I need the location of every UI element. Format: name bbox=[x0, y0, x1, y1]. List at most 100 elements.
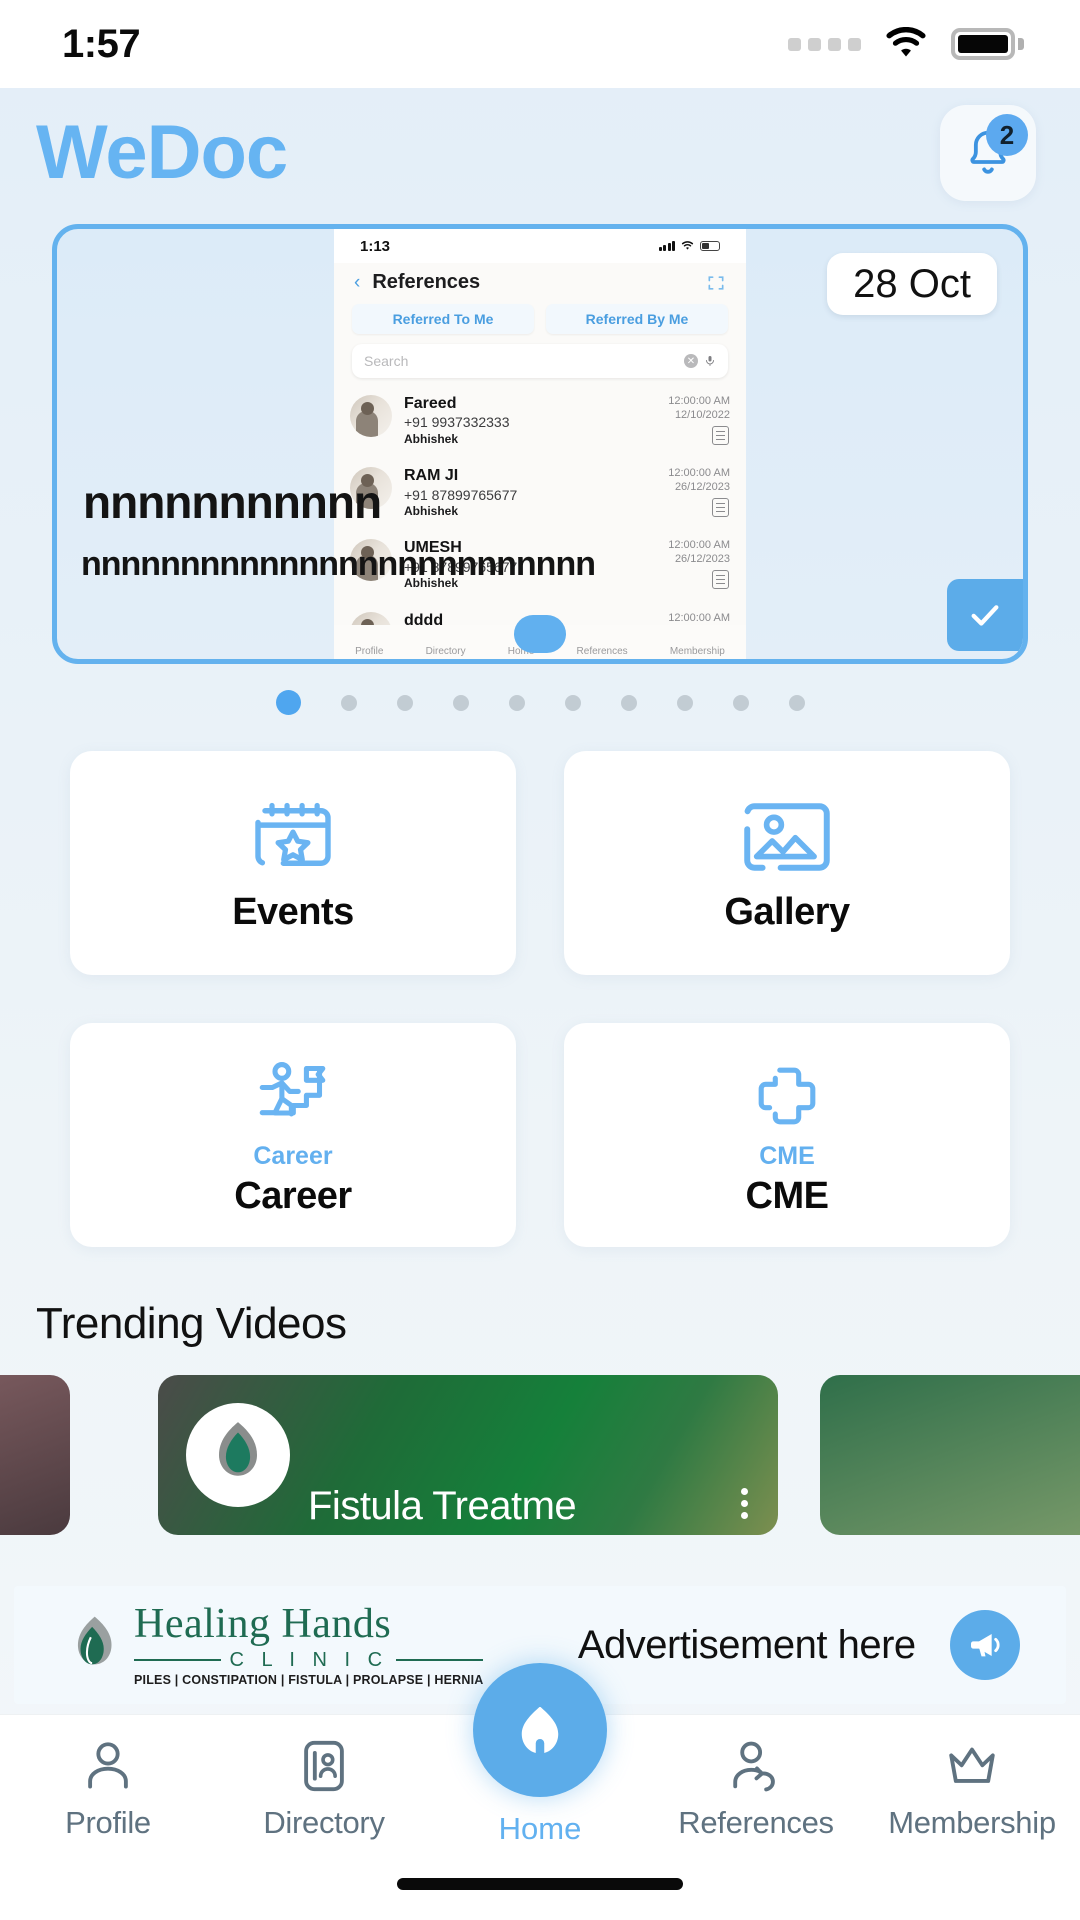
video-card-previous[interactable] bbox=[0, 1375, 70, 1535]
carousel-dot-9[interactable] bbox=[732, 694, 749, 711]
embedded-nav-profile[interactable]: Profile bbox=[355, 646, 383, 657]
contact-phone: +91 9937332333 bbox=[404, 414, 510, 431]
section-title-trending: Trending Videos bbox=[36, 1299, 347, 1348]
app-header: WeDoc 2 bbox=[0, 88, 1080, 218]
person-icon bbox=[88, 1742, 128, 1789]
healing-hands-leaf-icon bbox=[77, 1616, 112, 1665]
slide-caption-secondary: nnnnnnnnnnnnnnnnnnnnnnnnnn bbox=[81, 545, 596, 583]
contact-by: Abhishek bbox=[404, 431, 459, 446]
tile-sublabel: Career bbox=[253, 1142, 333, 1170]
embedded-status-bar: 1:13 bbox=[334, 229, 746, 263]
avatar bbox=[350, 395, 392, 437]
nav-label: Home bbox=[498, 1811, 582, 1846]
tile-label: CME bbox=[745, 1175, 829, 1217]
embedded-nav-membership[interactable]: Membership bbox=[670, 646, 725, 657]
home-icon bbox=[521, 1706, 559, 1754]
contact-phone: +91 87899765677 bbox=[404, 486, 518, 503]
contact-time: 12:00:00 AM bbox=[668, 467, 730, 480]
nav-item-profile[interactable]: Profile bbox=[8, 1737, 208, 1841]
carousel-dot-3[interactable] bbox=[396, 694, 413, 711]
notification-button[interactable]: 2 bbox=[940, 105, 1036, 201]
nav-label: Profile bbox=[65, 1805, 151, 1840]
search-placeholder: Search bbox=[364, 353, 409, 369]
healing-hands-leaf-icon bbox=[186, 1403, 290, 1507]
embedded-search-field[interactable]: Search ✕ bbox=[352, 344, 728, 378]
notification-badge: 2 bbox=[986, 114, 1028, 156]
video-title: Fistula Treatme bbox=[308, 1484, 577, 1528]
embedded-nav-directory[interactable]: Directory bbox=[426, 646, 466, 657]
ad-text: Advertisement here bbox=[577, 1622, 916, 1667]
carousel-slide[interactable]: 1:13 ‹ References Referred To Me Referre… bbox=[52, 224, 1028, 664]
note-icon[interactable] bbox=[712, 425, 729, 445]
slide-caption-primary: nnnnnnnnnnn bbox=[83, 476, 382, 528]
status-indicators bbox=[788, 27, 1024, 61]
embedded-nav-references[interactable]: References bbox=[577, 646, 628, 657]
id-card-icon bbox=[304, 1740, 344, 1792]
tile-events[interactable]: Events bbox=[70, 751, 516, 975]
status-time: 1:57 bbox=[62, 21, 141, 66]
carousel-dot-7[interactable] bbox=[620, 694, 637, 711]
carousel-dot-8[interactable] bbox=[676, 694, 693, 711]
slide-confirm-button[interactable] bbox=[947, 579, 1023, 651]
wifi-icon bbox=[886, 27, 926, 57]
megaphone-icon[interactable] bbox=[950, 1610, 1020, 1680]
tile-label: Career bbox=[234, 1175, 352, 1217]
carousel-dot-4[interactable] bbox=[452, 694, 469, 711]
tile-career[interactable]: Career Career bbox=[70, 1023, 516, 1247]
ad-logo-tags: PILES | CONSTIPATION | FISTULA | PROLAPS… bbox=[134, 1673, 484, 1688]
contact-time: 12:00:00 AM bbox=[668, 611, 730, 624]
carousel-dot-6[interactable] bbox=[564, 694, 581, 711]
scan-frame-icon[interactable] bbox=[706, 273, 726, 293]
more-vertical-icon[interactable] bbox=[741, 1488, 748, 1519]
crown-icon bbox=[949, 1747, 995, 1783]
contact-time: 12:00:00 AM bbox=[668, 539, 730, 552]
signal-dots-icon bbox=[788, 37, 861, 51]
ad-logo-title: Healing Hands bbox=[134, 1601, 392, 1648]
tile-gallery[interactable]: Gallery bbox=[564, 751, 1010, 975]
tab-referred-to-me[interactable]: Referred To Me bbox=[352, 304, 534, 334]
chevron-left-icon[interactable]: ‹ bbox=[354, 273, 360, 292]
ad-logo-sub-row: C L I N I C bbox=[134, 1649, 484, 1672]
contact-date: 26/12/2023 bbox=[674, 480, 730, 493]
nav-item-home[interactable]: Home bbox=[440, 1663, 640, 1847]
note-icon[interactable] bbox=[712, 569, 729, 589]
clear-circle-icon[interactable]: ✕ bbox=[684, 354, 698, 368]
embedded-signal-icon bbox=[658, 241, 675, 251]
tab-referred-by-me[interactable]: Referred By Me bbox=[546, 304, 728, 334]
contact-date: 12/10/2022 bbox=[674, 408, 730, 421]
career-stairs-icon bbox=[252, 1052, 334, 1140]
home-indicator[interactable] bbox=[397, 1878, 683, 1890]
medical-cross-icon bbox=[748, 1052, 826, 1140]
carousel-dot-5[interactable] bbox=[508, 694, 525, 711]
nav-item-directory[interactable]: Directory bbox=[224, 1737, 424, 1841]
list-item[interactable]: Fareed +91 9937332333 Abhishek 12:00:00 … bbox=[350, 386, 730, 458]
note-icon[interactable] bbox=[712, 497, 729, 517]
contact-by: Abhishek bbox=[404, 503, 459, 518]
carousel-dot-10[interactable] bbox=[788, 694, 805, 711]
trending-video-list: Fistula Treatme bbox=[0, 1375, 1080, 1535]
ad-logo-sub: C L I N I C bbox=[229, 1649, 389, 1672]
video-card[interactable]: Fistula Treatme bbox=[158, 1375, 778, 1535]
embedded-status-time: 1:13 bbox=[360, 237, 391, 255]
nav-label: References bbox=[678, 1805, 834, 1840]
nav-item-membership[interactable]: Membership bbox=[872, 1737, 1072, 1841]
home-button[interactable] bbox=[473, 1663, 607, 1797]
carousel-dot-2[interactable] bbox=[340, 694, 357, 711]
embedded-bottom-nav: Profile Directory Home References Member… bbox=[334, 615, 746, 659]
microphone-icon[interactable] bbox=[704, 353, 716, 369]
tile-label: Events bbox=[232, 890, 354, 933]
nav-label: Directory bbox=[263, 1805, 385, 1840]
carousel-pagination[interactable] bbox=[52, 690, 1028, 715]
carousel-dot-1[interactable] bbox=[275, 690, 301, 715]
list-item[interactable]: RAM JI +91 87899765677 Abhishek 12:00:00… bbox=[350, 458, 730, 530]
carousel-section: 1:13 ‹ References Referred To Me Referre… bbox=[0, 224, 1080, 715]
video-card-next[interactable] bbox=[820, 1375, 1080, 1535]
app-screen: 1:57 WeDoc 2 1:13 ‹ References Referred … bbox=[0, 0, 1080, 1920]
tile-label: Gallery bbox=[724, 890, 850, 933]
embedded-tabs: Referred To Me Referred By Me bbox=[334, 300, 746, 342]
nav-item-references[interactable]: References bbox=[656, 1737, 856, 1841]
slide-date-badge: 28 Oct bbox=[827, 253, 997, 315]
tile-sublabel: CME bbox=[759, 1142, 815, 1170]
embedded-home-button[interactable] bbox=[514, 615, 566, 653]
tile-cme[interactable]: CME CME bbox=[564, 1023, 1010, 1247]
